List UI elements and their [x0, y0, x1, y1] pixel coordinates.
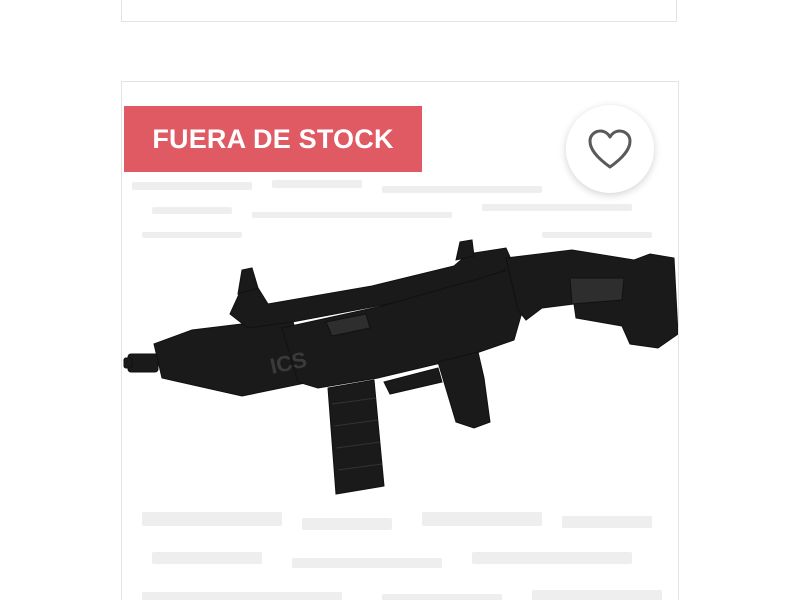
- wishlist-button[interactable]: [566, 105, 654, 193]
- previous-product-card: [121, 0, 677, 22]
- out-of-stock-badge: FUERA DE STOCK: [124, 106, 422, 172]
- product-listing-page: ICS FUERA DE STOCK: [0, 0, 800, 600]
- product-card[interactable]: ICS FUERA DE STOCK: [121, 81, 679, 600]
- heart-outline-icon: [588, 129, 632, 169]
